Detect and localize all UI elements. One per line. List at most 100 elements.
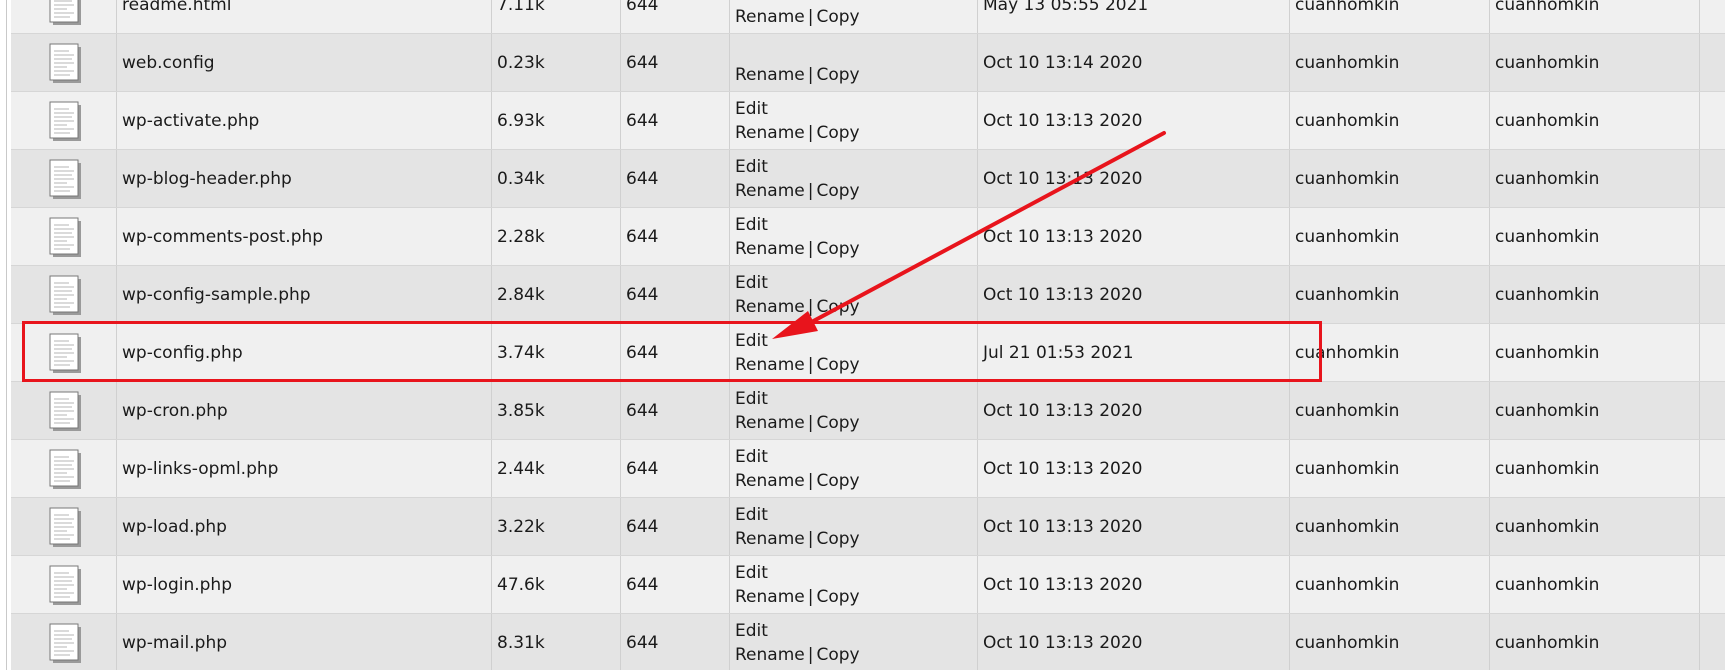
file-owner-cell: cuanhomkin	[1289, 0, 1489, 33]
rename-link[interactable]: Rename	[735, 529, 805, 549]
file-size-cell: 8.31k	[491, 614, 620, 670]
file-group-cell: cuanhomkin	[1489, 614, 1699, 670]
file-perms-link[interactable]: 644	[626, 285, 658, 305]
rename-link[interactable]: Rename	[735, 355, 805, 375]
file-group-cell: cuanhomkin	[1489, 208, 1699, 265]
file-name-cell: wp-load.php	[116, 498, 491, 555]
file-owner: cuanhomkin	[1295, 0, 1400, 15]
file-perms-link[interactable]: 644	[626, 401, 658, 421]
copy-link[interactable]: Copy	[816, 297, 859, 317]
edit-link[interactable]: Edit	[735, 563, 768, 583]
edit-link[interactable]: Edit	[735, 447, 768, 467]
file-name-link[interactable]: wp-login.php	[122, 575, 232, 595]
copy-link[interactable]: Copy	[816, 471, 859, 491]
file-name-link[interactable]: wp-links-opml.php	[122, 459, 278, 479]
file-group: cuanhomkin	[1495, 227, 1600, 247]
row-end-cell	[1699, 382, 1725, 439]
rename-link[interactable]: Rename	[735, 181, 805, 201]
file-actions-cell: Edit Rename | Copy	[729, 614, 977, 670]
file-owner: cuanhomkin	[1295, 401, 1400, 421]
rename-copy-actions: Rename | Copy	[735, 645, 860, 665]
file-size: 2.44k	[497, 459, 545, 479]
edit-link[interactable]: Edit	[735, 389, 768, 409]
copy-link[interactable]: Copy	[816, 65, 859, 85]
rename-link[interactable]: Rename	[735, 645, 805, 665]
edit-link[interactable]: Edit	[735, 273, 768, 293]
rename-link[interactable]: Rename	[735, 471, 805, 491]
file-size-cell: 3.22k	[491, 498, 620, 555]
edit-link[interactable]: Edit	[735, 505, 768, 525]
rename-link[interactable]: Rename	[735, 65, 805, 85]
file-name-link[interactable]: wp-comments-post.php	[122, 227, 323, 247]
rename-link[interactable]: Rename	[735, 587, 805, 607]
rename-copy-actions: Rename | Copy	[735, 181, 860, 201]
copy-link[interactable]: Copy	[816, 355, 859, 375]
copy-link[interactable]: Copy	[816, 7, 859, 27]
file-perms-link[interactable]: 644	[626, 517, 658, 537]
file-perms-link[interactable]: 644	[626, 343, 658, 363]
copy-link[interactable]: Copy	[816, 529, 859, 549]
file-perms-link[interactable]: 644	[626, 227, 658, 247]
file-icon-cell	[11, 208, 116, 265]
file-icon-cell	[11, 440, 116, 497]
file-perms-link[interactable]: 644	[626, 111, 658, 131]
table-row: wp-blog-header.php 0.34k 644 Edit Rename | Cop…	[11, 150, 1725, 208]
file-name-link[interactable]: wp-blog-header.php	[122, 169, 292, 189]
copy-link[interactable]: Copy	[816, 181, 859, 201]
rename-link[interactable]: Rename	[735, 123, 805, 143]
document-icon	[49, 333, 83, 374]
file-perms-link[interactable]: 644	[626, 0, 658, 15]
file-name-link[interactable]: readme.html	[122, 0, 231, 15]
document-icon	[49, 0, 83, 26]
rename-link[interactable]: Rename	[735, 297, 805, 317]
copy-link[interactable]: Copy	[816, 123, 859, 143]
action-separator: |	[807, 181, 814, 201]
file-name-link[interactable]: wp-config-sample.php	[122, 285, 311, 305]
row-end-cell	[1699, 556, 1725, 613]
file-actions-cell: Edit Rename | Copy	[729, 208, 977, 265]
file-group: cuanhomkin	[1495, 53, 1600, 73]
file-perms-link[interactable]: 644	[626, 53, 658, 73]
file-perms-cell: 644	[620, 556, 729, 613]
rename-link[interactable]: Rename	[735, 7, 805, 27]
file-modified: Oct 10 13:13 2020	[983, 401, 1143, 421]
copy-link[interactable]: Copy	[816, 587, 859, 607]
file-name-link[interactable]: web.config	[122, 53, 215, 73]
edit-link[interactable]: Edit	[735, 99, 768, 119]
file-name-link[interactable]: wp-config.php	[122, 343, 243, 363]
edit-link[interactable]: Edit	[735, 331, 768, 351]
file-name-cell: wp-activate.php	[116, 92, 491, 149]
document-icon	[49, 449, 83, 490]
row-end-cell	[1699, 34, 1725, 91]
file-perms-link[interactable]: 644	[626, 459, 658, 479]
edit-link[interactable]: Edit	[735, 621, 768, 641]
file-group: cuanhomkin	[1495, 575, 1600, 595]
file-owner-cell: cuanhomkin	[1289, 208, 1489, 265]
file-owner: cuanhomkin	[1295, 575, 1400, 595]
edit-link[interactable]: Edit	[735, 215, 768, 235]
edit-link[interactable]: Edit	[735, 157, 768, 177]
copy-link[interactable]: Copy	[816, 645, 859, 665]
file-modified-cell: May 13 05:55 2021	[977, 0, 1289, 33]
table-row: web.config 0.23k 644 Rename | Copy Oct 10 13:1…	[11, 34, 1725, 92]
file-size: 7.11k	[497, 0, 545, 15]
file-group: cuanhomkin	[1495, 285, 1600, 305]
file-modified: Oct 10 13:13 2020	[983, 169, 1143, 189]
file-perms-link[interactable]: 644	[626, 575, 658, 595]
file-size-cell: 3.74k	[491, 324, 620, 381]
file-perms-link[interactable]: 644	[626, 169, 658, 189]
file-actions-cell: Edit Rename | Copy	[729, 498, 977, 555]
copy-link[interactable]: Copy	[816, 413, 859, 433]
file-owner: cuanhomkin	[1295, 53, 1400, 73]
file-perms-link[interactable]: 644	[626, 633, 658, 653]
rename-link[interactable]: Rename	[735, 413, 805, 433]
copy-link[interactable]: Copy	[816, 239, 859, 259]
file-actions-cell: Rename | Copy	[729, 34, 977, 91]
action-separator: |	[807, 355, 814, 375]
rename-link[interactable]: Rename	[735, 239, 805, 259]
file-name-link[interactable]: wp-mail.php	[122, 633, 227, 653]
file-name-link[interactable]: wp-cron.php	[122, 401, 228, 421]
file-name-link[interactable]: wp-load.php	[122, 517, 227, 537]
file-name-cell: wp-login.php	[116, 556, 491, 613]
file-name-link[interactable]: wp-activate.php	[122, 111, 259, 131]
